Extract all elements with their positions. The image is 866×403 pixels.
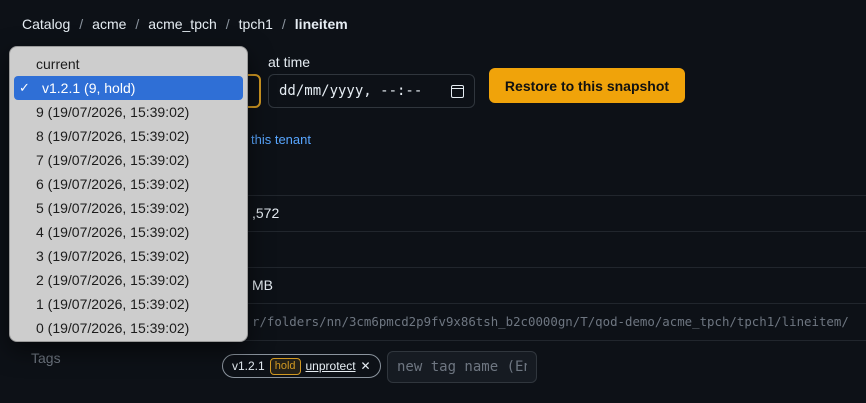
snapshot-option[interactable]: 9 (19/07/2026, 15:39:02)	[14, 100, 243, 124]
at-time-label: at time	[268, 54, 311, 70]
snapshot-option[interactable]: ✓ v1.2.1 (9, hold)	[14, 76, 243, 100]
size-value: MB	[252, 277, 273, 293]
snapshot-option-label: 2 (19/07/2026, 15:39:02)	[36, 272, 190, 288]
calendar-icon[interactable]	[451, 84, 464, 98]
snapshot-dropdown: current ✓ v1.2.1 (9, hold) 9 (19/07/2026, 1…	[9, 46, 248, 342]
row-divider	[222, 231, 866, 232]
row-divider	[222, 195, 866, 196]
snapshot-option[interactable]: 0 (19/07/2026, 15:39:02)	[14, 316, 243, 340]
checkmark-icon: ✓	[19, 80, 30, 95]
breadcrumb: Catalog / acme / acme_tpch / tpch1 / lineite…	[22, 16, 348, 32]
snapshot-option-label: 1 (19/07/2026, 15:39:02)	[36, 296, 190, 312]
snapshot-option-label: 9 (19/07/2026, 15:39:02)	[36, 104, 190, 120]
breadcrumb-table: lineitem	[294, 16, 348, 32]
snapshot-option-label: v1.2.1 (9, hold)	[42, 80, 136, 96]
snapshot-option[interactable]: 4 (19/07/2026, 15:39:02)	[14, 220, 243, 244]
snapshot-option[interactable]: 2 (19/07/2026, 15:39:02)	[14, 268, 243, 292]
breadcrumb-separator: /	[225, 16, 230, 32]
hold-badge: hold	[269, 357, 301, 375]
breadcrumb-namespace[interactable]: acme_tpch	[148, 16, 216, 32]
row-divider	[222, 340, 866, 341]
breadcrumb-separator: /	[79, 16, 84, 32]
unprotect-link[interactable]: unprotect	[306, 359, 356, 373]
tag-name: v1.2.1	[232, 359, 265, 373]
snapshot-option-label: 4 (19/07/2026, 15:39:02)	[36, 224, 190, 240]
breadcrumb-acme[interactable]: acme	[92, 16, 126, 32]
snapshot-option-label: 8 (19/07/2026, 15:39:02)	[36, 128, 190, 144]
snapshot-option-label: 0 (19/07/2026, 15:39:02)	[36, 320, 190, 336]
snapshot-option[interactable]: 8 (19/07/2026, 15:39:02)	[14, 124, 243, 148]
snapshot-option-label: 6 (19/07/2026, 15:39:02)	[36, 176, 190, 192]
breadcrumb-catalog[interactable]: Catalog	[22, 16, 70, 32]
tags-label: Tags	[31, 350, 61, 366]
snapshot-option[interactable]: 7 (19/07/2026, 15:39:02)	[14, 148, 243, 172]
snapshot-option[interactable]: 5 (19/07/2026, 15:39:02)	[14, 196, 243, 220]
restore-snapshot-button[interactable]: Restore to this snapshot	[489, 68, 685, 103]
new-tag-input[interactable]	[387, 351, 537, 383]
table-path: r/folders/nn/3cm6pmcd2p9fv9x86tsh_b2c000…	[252, 314, 849, 329]
snapshot-option-label: 5 (19/07/2026, 15:39:02)	[36, 200, 190, 216]
close-icon[interactable]: ✕	[361, 359, 371, 373]
snapshot-option-label: current	[36, 56, 80, 72]
datetime-placeholder: dd/mm/yyyy, --:--	[279, 83, 423, 99]
snapshot-option[interactable]: current	[14, 52, 243, 76]
tag-chip: v1.2.1 hold unprotect ✕	[222, 354, 381, 378]
breadcrumb-separator: /	[135, 16, 140, 32]
breadcrumb-schema[interactable]: tpch1	[239, 16, 273, 32]
row-divider	[222, 267, 866, 268]
snapshot-option[interactable]: 6 (19/07/2026, 15:39:02)	[14, 172, 243, 196]
snapshot-option[interactable]: 1 (19/07/2026, 15:39:02)	[14, 292, 243, 316]
row-divider	[222, 303, 866, 304]
breadcrumb-separator: /	[281, 16, 286, 32]
rows-value: ,572	[252, 205, 280, 221]
datetime-input[interactable]: dd/mm/yyyy, --:--	[268, 74, 475, 108]
snapshot-option-label: 7 (19/07/2026, 15:39:02)	[36, 152, 190, 168]
snapshot-option[interactable]: 3 (19/07/2026, 15:39:02)	[14, 244, 243, 268]
tenant-link[interactable]: this tenant	[251, 132, 311, 147]
snapshot-option-label: 3 (19/07/2026, 15:39:02)	[36, 248, 190, 264]
